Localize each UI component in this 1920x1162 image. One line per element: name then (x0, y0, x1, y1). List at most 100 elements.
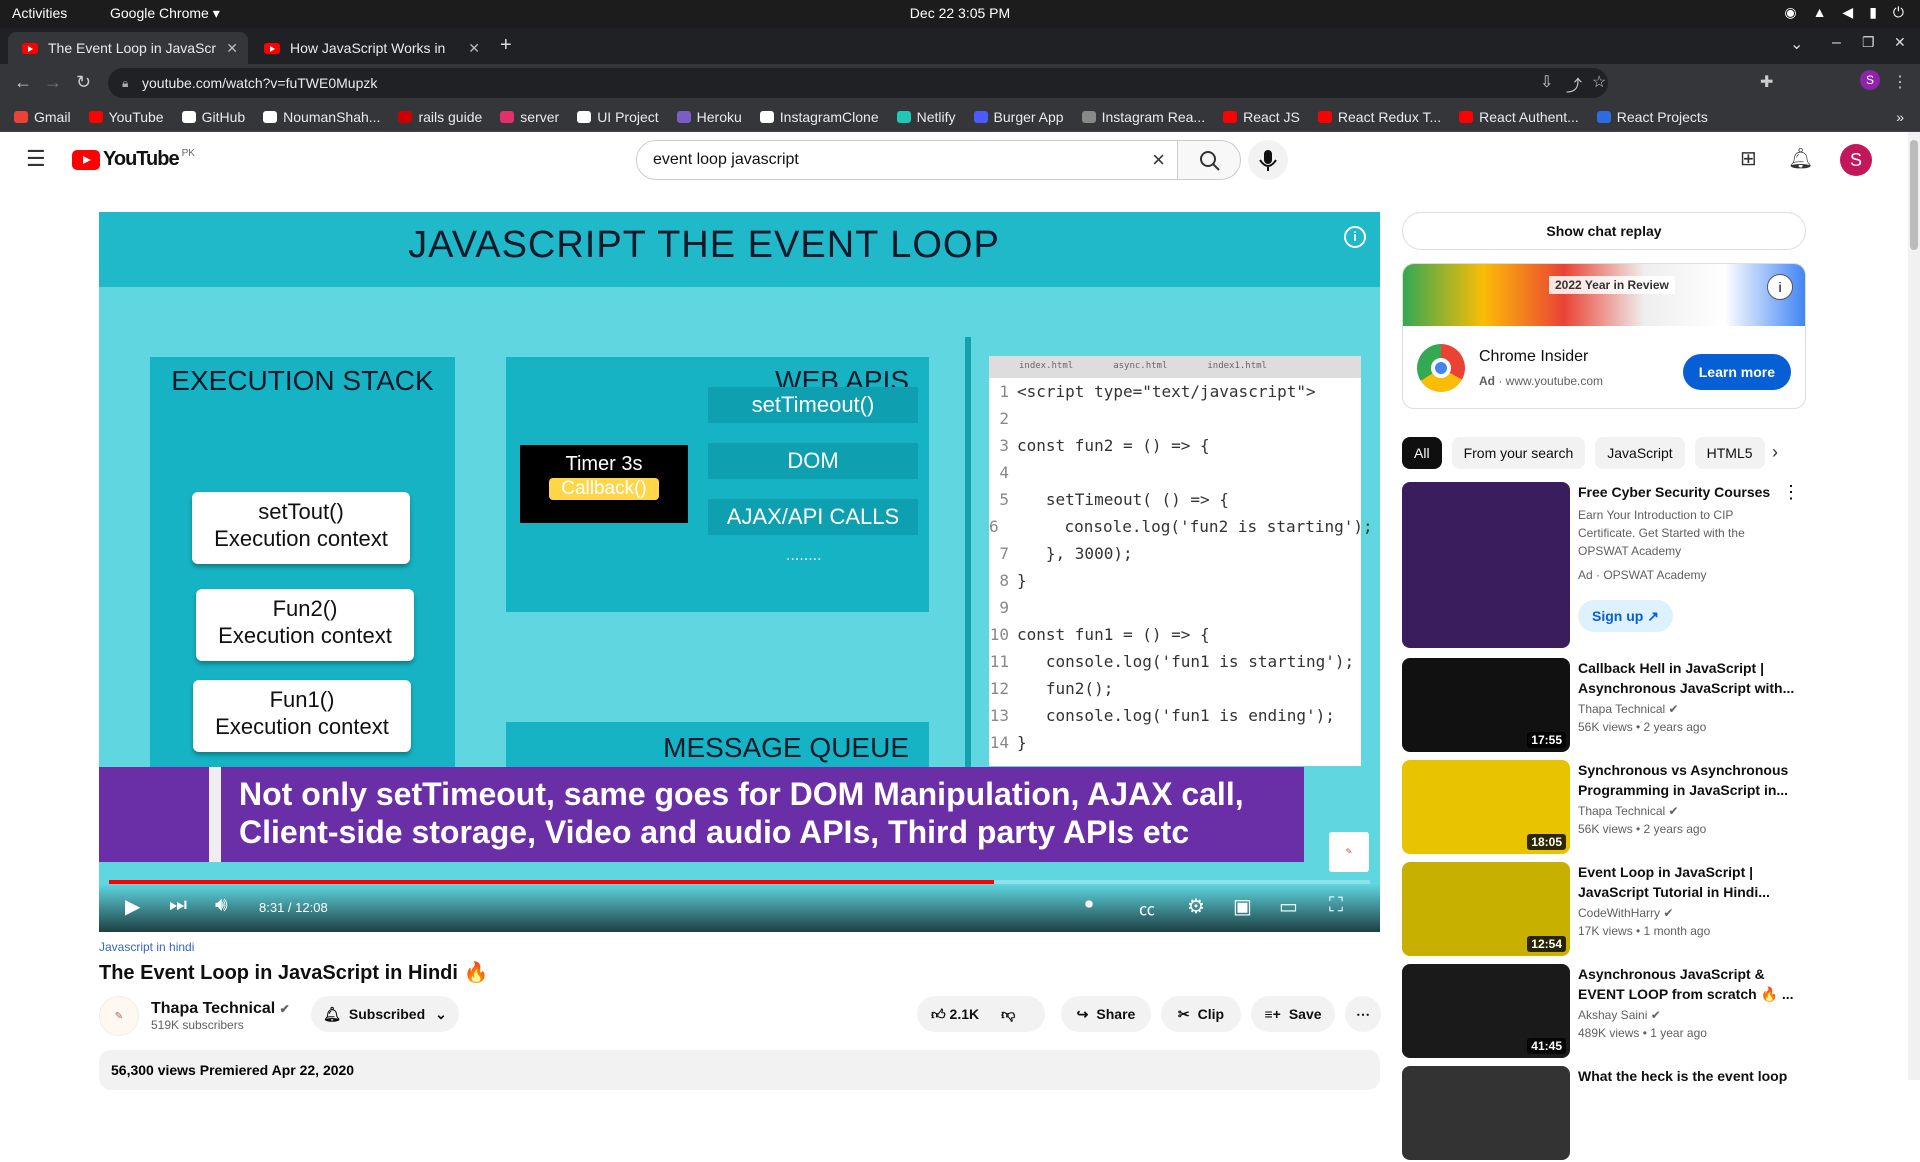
ad-recommendation[interactable]: Free Cyber Security Courses Earn Your Int… (1402, 482, 1806, 652)
share-icon[interactable]: ⤴ (1566, 72, 1582, 96)
close-tab-icon[interactable]: ✕ (468, 40, 480, 57)
video-thumbnail[interactable] (1402, 482, 1570, 648)
bookmark-item[interactable]: React Redux T... (1317, 109, 1441, 125)
tab-how-js-works[interactable]: How JavaScript Works in ✕ (250, 32, 490, 64)
subscribed-button[interactable]: 🔔︎ Subscribed ⌄ (311, 996, 459, 1032)
back-icon[interactable]: ← (14, 72, 32, 93)
bookmark-item[interactable]: Netlify (896, 109, 956, 125)
system-tray[interactable]: ◉ ▲ ◀ ▮ ⏻ (1784, 4, 1904, 21)
recommendation-item[interactable]: 17:55 Callback Hell in JavaScript | Async… (1402, 658, 1806, 754)
recommendation-title[interactable]: Event Loop in JavaScript | JavaScript Tu… (1578, 862, 1798, 902)
recommendation-item[interactable]: What the heck is the event loop (1402, 1066, 1806, 1162)
bookmark-item[interactable]: GitHub (181, 109, 245, 125)
recommendation-title[interactable]: Free Cyber Security Courses (1578, 482, 1798, 502)
recommendation-item[interactable]: 12:54 Event Loop in JavaScript | JavaScri… (1402, 862, 1806, 958)
recommendation-title[interactable]: Synchronous vs Asynchronous Programming … (1578, 760, 1798, 800)
create-video-icon[interactable]: ⊞ (1740, 146, 1757, 171)
bookmark-item[interactable]: React JS (1223, 109, 1300, 125)
description-box[interactable]: 56,300 views Premiered Apr 22, 2020 (99, 1050, 1380, 1090)
filter-chip[interactable]: All (1402, 437, 1442, 469)
bookmark-item[interactable]: server (500, 109, 559, 125)
share-button[interactable]: ↪ Share (1061, 996, 1151, 1032)
clear-search-icon[interactable]: × (1152, 147, 1165, 173)
bookmark-star-icon[interactable]: ☆ (1592, 72, 1606, 92)
recommendation-title[interactable]: What the heck is the event loop (1578, 1066, 1798, 1086)
bookmark-item[interactable]: InstagramClone (759, 109, 879, 125)
save-button[interactable]: ≡+ Save (1251, 996, 1335, 1032)
learn-more-button[interactable]: Learn more (1682, 354, 1791, 390)
like-button[interactable]: 👍︎ 2.1K (931, 1006, 979, 1023)
filter-chip[interactable]: From your search (1451, 437, 1586, 469)
bookmark-item[interactable]: rails guide (398, 109, 482, 125)
recommendation-channel[interactable]: Thapa Technical ✔ (1578, 804, 1679, 818)
search-button[interactable] (1177, 140, 1241, 180)
tab-search-icon[interactable]: ⌄ (1790, 34, 1803, 54)
video-thumbnail[interactable]: 17:55 (1402, 658, 1570, 752)
video-hashtag[interactable]: Javascript in hindi (99, 940, 1380, 954)
chips-next-icon[interactable]: › (1772, 442, 1778, 463)
next-icon[interactable]: ⏭ (169, 894, 187, 917)
bookmark-item[interactable]: Gmail (14, 109, 71, 125)
scrollbar-thumb[interactable] (1910, 140, 1918, 250)
install-icon[interactable]: ⇩ (1540, 72, 1553, 92)
recommendation-channel[interactable]: CodeWithHarry ✔ (1578, 906, 1673, 920)
autoplay-toggle[interactable]: ⏺ (1085, 896, 1093, 914)
settings-gear-icon[interactable]: ⚙ (1187, 894, 1205, 919)
bookmark-item[interactable]: React Authent... (1459, 109, 1579, 125)
video-thumbnail[interactable]: 18:05 (1402, 760, 1570, 854)
scrollbar[interactable] (1908, 132, 1920, 1080)
close-tab-icon[interactable]: ✕ (226, 40, 238, 57)
tab-event-loop[interactable]: The Event Loop in JavaScr ✕ (8, 32, 248, 64)
filter-chip[interactable]: JavaScript (1595, 437, 1685, 469)
forward-icon[interactable]: → (44, 72, 62, 93)
search-input[interactable]: event loop javascript × (636, 140, 1178, 180)
recommendation-title[interactable]: Asynchronous JavaScript & EVENT LOOP fro… (1578, 964, 1798, 1004)
clip-button[interactable]: ✂ Clip (1161, 996, 1241, 1032)
clock[interactable]: Dec 22 3:05 PM (0, 5, 1920, 21)
bookmark-item[interactable]: Burger App (973, 109, 1064, 125)
youtube-logo[interactable]: YouTube PK (72, 148, 195, 171)
info-icon[interactable]: i (1344, 226, 1366, 248)
bookmark-item[interactable]: NoumanShah... (263, 109, 380, 125)
voice-search-button[interactable] (1248, 140, 1288, 180)
video-player[interactable]: JAVASCRIPT THE EVENT LOOP i EXECUTION ST… (99, 212, 1380, 932)
recommendation-item[interactable]: 41:45 Asynchronous JavaScript & EVENT LOO… (1402, 964, 1806, 1060)
channel-avatar[interactable]: ✎ (99, 996, 139, 1036)
recommendation-title[interactable]: Callback Hell in JavaScript | Asynchrono… (1578, 658, 1798, 698)
video-thumbnail[interactable]: 41:45 (1402, 964, 1570, 1058)
reload-icon[interactable]: ↻ (76, 72, 91, 93)
chrome-menu-icon[interactable]: ⋮ (1892, 72, 1908, 92)
recommendation-item[interactable]: 18:05 Synchronous vs Asynchronous Program… (1402, 760, 1806, 856)
close-window-icon[interactable]: ✕ (1894, 34, 1906, 51)
more-actions-button[interactable]: ⋯ (1345, 996, 1381, 1032)
minimize-icon[interactable]: – (1832, 34, 1841, 52)
account-avatar[interactable]: S (1840, 144, 1872, 176)
miniplayer-icon[interactable]: ▣ (1233, 894, 1252, 919)
filter-chip[interactable]: HTML5 (1694, 437, 1765, 469)
play-icon[interactable]: ▶ (125, 894, 140, 919)
fullscreen-icon[interactable]: ⛶ (1329, 894, 1343, 917)
bookmark-item[interactable]: UI Project (577, 109, 659, 125)
profile-avatar[interactable]: S (1860, 70, 1880, 90)
extensions-icon[interactable]: ✚ (1760, 72, 1773, 92)
bookmark-item[interactable]: YouTube (88, 109, 164, 125)
menu-icon[interactable]: ☰ (26, 146, 46, 172)
recommendation-channel[interactable]: Akshay Saini ✔ (1578, 1008, 1661, 1022)
sign-up-button[interactable]: Sign up ↗ (1578, 600, 1673, 632)
recommendation-channel[interactable]: Thapa Technical ✔ (1578, 702, 1679, 716)
more-bookmarks-icon[interactable]: » (1896, 109, 1904, 125)
show-chat-replay-button[interactable]: Show chat replay (1402, 212, 1806, 250)
dislike-button[interactable]: 👎︎ (1001, 1006, 1015, 1023)
ad-info-icon[interactable]: i (1767, 274, 1793, 300)
address-bar[interactable]: 🔒︎ youtube.com/watch?v=fuTWE0Mupzk (108, 68, 1608, 98)
notifications-icon[interactable]: 🔔︎ (1788, 146, 1813, 171)
chrome-ad-card[interactable]: 2022 Year in Review i Chrome Insider Ad … (1402, 263, 1806, 409)
new-tab-icon[interactable]: + (500, 34, 512, 57)
subtitles-icon[interactable]: ㏄ (1139, 896, 1155, 920)
more-options-icon[interactable]: ⋮ (1782, 482, 1800, 503)
bookmark-item[interactable]: Heroku (676, 109, 742, 125)
video-thumbnail[interactable]: 12:54 (1402, 862, 1570, 956)
bookmark-item[interactable]: React Projects (1596, 109, 1708, 125)
volume-icon[interactable]: 🔊︎ (215, 894, 228, 917)
maximize-icon[interactable]: ❐ (1862, 34, 1875, 51)
